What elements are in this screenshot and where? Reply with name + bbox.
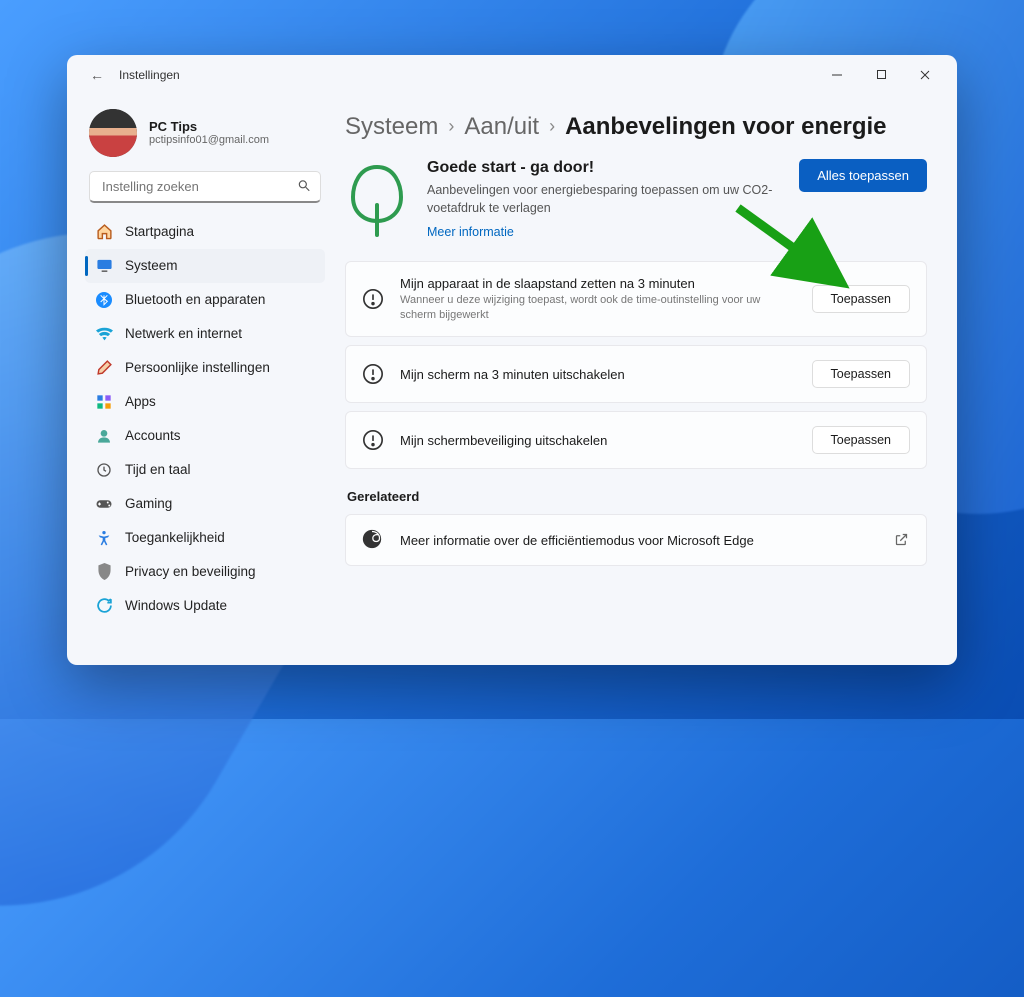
recommendation-card: Mijn apparaat in de slaapstand zetten na… bbox=[345, 261, 927, 338]
accessibility-icon bbox=[95, 529, 113, 547]
nav-label: Gaming bbox=[125, 496, 172, 511]
nav-bluetooth[interactable]: Bluetooth en apparaten bbox=[85, 283, 325, 317]
profile-name: PC Tips bbox=[149, 119, 269, 134]
related-title: Meer informatie over de efficiëntiemodus… bbox=[400, 533, 878, 548]
nav-label: Accounts bbox=[125, 428, 181, 443]
search-icon bbox=[297, 178, 311, 195]
nav-label: Tijd en taal bbox=[125, 462, 191, 477]
profile-email: pctipsinfo01@gmail.com bbox=[149, 134, 269, 146]
search-input[interactable] bbox=[89, 171, 321, 203]
nav-system[interactable]: Systeem bbox=[85, 249, 325, 283]
apply-button[interactable]: Toepassen bbox=[812, 360, 910, 388]
nav-label: Privacy en beveiliging bbox=[125, 564, 256, 579]
rec-title: Mijn schermbeveiliging uitschakelen bbox=[400, 433, 796, 448]
rec-title: Mijn scherm na 3 minuten uitschakelen bbox=[400, 367, 796, 382]
maximize-button[interactable] bbox=[859, 59, 903, 91]
person-icon bbox=[95, 427, 113, 445]
related-heading: Gerelateerd bbox=[347, 489, 927, 504]
nav-home[interactable]: Startpagina bbox=[85, 215, 325, 249]
apply-all-button[interactable]: Alles toepassen bbox=[799, 159, 927, 192]
hero-title: Goede start - ga door! bbox=[427, 159, 781, 177]
nav-accounts[interactable]: Accounts bbox=[85, 419, 325, 453]
nav-label: Toegankelijkheid bbox=[125, 530, 225, 545]
nav-label: Bluetooth en apparaten bbox=[125, 292, 265, 307]
rec-title: Mijn apparaat in de slaapstand zetten na… bbox=[400, 276, 796, 291]
nav-time[interactable]: Tijd en taal bbox=[85, 453, 325, 487]
hero-text: Goede start - ga door! Aanbevelingen voo… bbox=[427, 159, 781, 241]
titlebar: ← Instellingen bbox=[67, 55, 957, 95]
profile[interactable]: PC Tips pctipsinfo01@gmail.com bbox=[89, 109, 325, 157]
info-icon bbox=[362, 363, 384, 385]
chevron-right-icon: › bbox=[549, 116, 555, 137]
rec-subtitle: Wanneer u deze wijziging toepast, wordt … bbox=[400, 293, 796, 323]
apply-button[interactable]: Toepassen bbox=[812, 426, 910, 454]
bluetooth-icon bbox=[95, 291, 113, 309]
back-button[interactable]: ← bbox=[83, 67, 111, 83]
nav-label: Netwerk en internet bbox=[125, 326, 242, 341]
nav-gaming[interactable]: Gaming bbox=[85, 487, 325, 521]
info-icon bbox=[362, 288, 384, 310]
nav-privacy[interactable]: Privacy en beveiliging bbox=[85, 555, 325, 589]
nav-accessibility[interactable]: Toegankelijkheid bbox=[85, 521, 325, 555]
shield-icon bbox=[95, 563, 113, 581]
sidebar: PC Tips pctipsinfo01@gmail.com Startpagi… bbox=[67, 95, 337, 665]
system-icon bbox=[95, 257, 113, 275]
minimize-button[interactable] bbox=[815, 59, 859, 91]
home-icon bbox=[95, 223, 113, 241]
breadcrumb-system[interactable]: Systeem bbox=[345, 113, 438, 141]
external-link-icon bbox=[894, 532, 910, 548]
wifi-icon bbox=[95, 325, 113, 343]
content: Systeem › Aan/uit › Aanbevelingen voor e… bbox=[337, 95, 957, 665]
window-controls bbox=[815, 59, 947, 91]
nav-label: Apps bbox=[125, 394, 156, 409]
nav-label: Startpagina bbox=[125, 224, 194, 239]
hero-link[interactable]: Meer informatie bbox=[427, 225, 514, 239]
settings-window: ← Instellingen PC Tips pctipsinfo01@gmai… bbox=[67, 55, 957, 665]
nav-label: Systeem bbox=[125, 258, 178, 273]
hero: Goede start - ga door! Aanbevelingen voo… bbox=[345, 159, 927, 241]
avatar bbox=[89, 109, 137, 157]
edge-icon bbox=[362, 529, 384, 551]
nav-update[interactable]: Windows Update bbox=[85, 589, 325, 623]
clock-icon bbox=[95, 461, 113, 479]
related-item[interactable]: Meer informatie over de efficiëntiemodus… bbox=[345, 514, 927, 566]
chevron-right-icon: › bbox=[448, 116, 454, 137]
gaming-icon bbox=[95, 495, 113, 513]
search-box bbox=[89, 171, 321, 203]
breadcrumb-current: Aanbevelingen voor energie bbox=[565, 113, 886, 141]
apps-icon bbox=[95, 393, 113, 411]
apply-button[interactable]: Toepassen bbox=[812, 285, 910, 313]
nav-label: Persoonlijke instellingen bbox=[125, 360, 270, 375]
nav-label: Windows Update bbox=[125, 598, 227, 613]
brush-icon bbox=[95, 359, 113, 377]
breadcrumbs: Systeem › Aan/uit › Aanbevelingen voor e… bbox=[345, 113, 927, 141]
nav-personalization[interactable]: Persoonlijke instellingen bbox=[85, 351, 325, 385]
recommendation-card: Mijn schermbeveiliging uitschakelen Toep… bbox=[345, 411, 927, 469]
nav-apps[interactable]: Apps bbox=[85, 385, 325, 419]
info-icon bbox=[362, 429, 384, 451]
leaf-icon bbox=[345, 159, 409, 239]
close-button[interactable] bbox=[903, 59, 947, 91]
nav: Startpagina Systeem Bluetooth en apparat… bbox=[85, 215, 325, 623]
nav-network[interactable]: Netwerk en internet bbox=[85, 317, 325, 351]
window-title: Instellingen bbox=[119, 68, 180, 82]
breadcrumb-power[interactable]: Aan/uit bbox=[464, 113, 539, 141]
recommendation-card: Mijn scherm na 3 minuten uitschakelen To… bbox=[345, 345, 927, 403]
hero-subtitle: Aanbevelingen voor energiebesparing toep… bbox=[427, 181, 781, 217]
update-icon bbox=[95, 597, 113, 615]
